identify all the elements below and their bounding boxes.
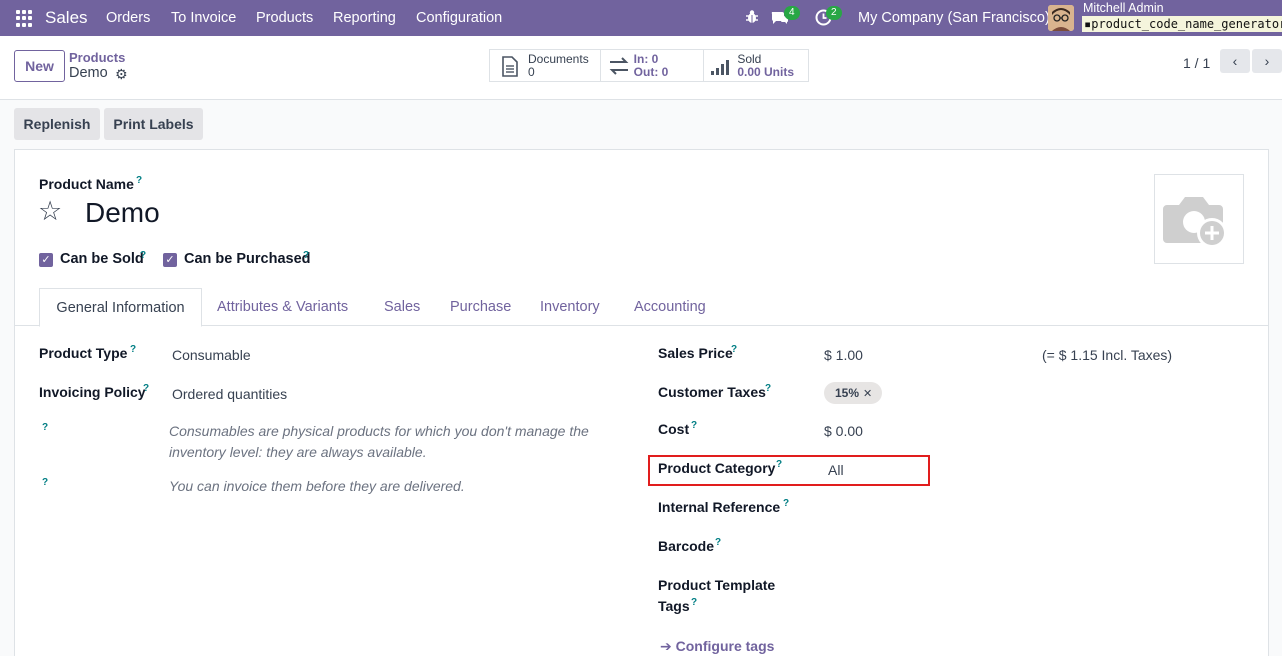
invoicing-policy-help[interactable]: ?	[143, 383, 149, 394]
template-tags-help[interactable]: ?	[691, 597, 697, 608]
product-name-label: Product Name	[39, 176, 134, 192]
new-button[interactable]: New	[14, 50, 65, 82]
in-count: In: 0	[633, 52, 659, 66]
user-avatar[interactable]	[1048, 5, 1074, 31]
activity-count-badge: 2	[826, 6, 842, 20]
signal-bars-icon	[711, 59, 731, 78]
consumable-note-line-2: inventory level: they are always availab…	[169, 444, 427, 460]
tab-general-information[interactable]: General Information	[39, 288, 202, 327]
user-name[interactable]: Mitchell Admin	[1083, 1, 1164, 15]
menu-to-invoice[interactable]: To Invoice	[171, 10, 236, 26]
pager-value[interactable]: 1 / 1	[1183, 55, 1210, 71]
consumable-note-line-1: Consumables are physical products for wh…	[169, 423, 589, 439]
tab-attributes-variants[interactable]: Attributes & Variants	[217, 299, 348, 315]
product-type-field[interactable]: Consumable	[172, 347, 251, 363]
template-tags-label-line-1: Product Template	[658, 577, 776, 593]
consumable-note-help[interactable]: ?	[42, 422, 48, 433]
product-image-placeholder[interactable]	[1154, 174, 1244, 264]
pager-next-button[interactable]: ›	[1252, 49, 1282, 73]
debug-bug-icon[interactable]	[745, 9, 759, 28]
top-navbar: Sales Orders To Invoice Products Reporti…	[0, 0, 1282, 36]
out-count: Out: 0	[633, 65, 669, 79]
invoicing-policy-label: Invoicing Policy	[39, 384, 146, 400]
favorite-star-icon[interactable]: ☆	[38, 196, 62, 227]
sales-price-field[interactable]: $ 1.00	[824, 347, 863, 363]
product-category-label: Product Category	[658, 460, 776, 476]
product-type-help[interactable]: ?	[130, 344, 136, 355]
print-labels-button[interactable]: Print Labels	[104, 108, 203, 140]
invoice-note-help[interactable]: ?	[42, 477, 48, 488]
database-label: product_code_name_generator	[1091, 17, 1282, 31]
sold-smart-button[interactable]: Sold 0.00 Units	[704, 50, 808, 81]
can-be-purchased-help[interactable]: ?	[303, 250, 309, 261]
customer-taxes-label: Customer Taxes	[658, 384, 766, 400]
sales-price-help[interactable]: ?	[731, 344, 737, 355]
product-category-help[interactable]: ?	[776, 459, 782, 470]
cost-field[interactable]: $ 0.00	[824, 423, 863, 439]
can-be-sold-label: Can be Sold	[60, 251, 144, 267]
barcode-help[interactable]: ?	[715, 537, 721, 548]
close-icon[interactable]: ✕	[863, 387, 872, 400]
chat-count-badge: 4	[784, 6, 800, 20]
tab-sales[interactable]: Sales	[384, 299, 420, 315]
company-switcher[interactable]: My Company (San Francisco)	[858, 10, 1050, 26]
arrow-right-icon: ➔	[660, 638, 672, 654]
menu-orders[interactable]: Orders	[106, 10, 150, 26]
can-be-sold-help[interactable]: ?	[140, 250, 146, 261]
sold-label: Sold	[737, 52, 762, 66]
exchange-arrows-icon	[608, 57, 630, 78]
database-name: ▪product_code_name_generator	[1082, 16, 1282, 32]
can-be-purchased-label: Can be Purchased	[184, 251, 311, 267]
breadcrumb-current: Demo	[69, 65, 108, 81]
documents-smart-button[interactable]: Documents 0	[490, 50, 601, 81]
can-be-sold-checkbox[interactable]: ✓	[39, 253, 53, 267]
chevron-left-icon: ‹	[1232, 53, 1238, 69]
tax-tag-label: 15%	[835, 386, 860, 400]
product-category-field[interactable]: All	[828, 462, 844, 478]
document-icon	[501, 56, 519, 80]
product-name-field[interactable]: Demo	[85, 197, 160, 229]
menu-configuration[interactable]: Configuration	[416, 10, 502, 26]
pager-previous-button[interactable]: ‹	[1220, 49, 1250, 73]
configure-tags-link[interactable]: ➔ Configure tags	[660, 638, 774, 655]
gear-icon[interactable]: ⚙	[115, 66, 128, 83]
breadcrumb-products[interactable]: Products	[69, 50, 125, 65]
customer-taxes-help[interactable]: ?	[765, 383, 771, 394]
documents-count: 0	[528, 65, 535, 79]
replenish-button[interactable]: Replenish	[14, 108, 100, 140]
sales-price-label: Sales Price	[658, 345, 733, 361]
tax-tag[interactable]: 15% ✕	[824, 382, 883, 404]
invoice-note: You can invoice them before they are del…	[169, 478, 465, 494]
in-out-smart-button[interactable]: In: 0 Out: 0	[601, 50, 705, 81]
camera-plus-icon	[1163, 197, 1227, 248]
sold-value: 0.00 Units	[737, 65, 795, 79]
documents-label: Documents	[528, 52, 589, 66]
form-sheet	[14, 149, 1269, 656]
product-type-label: Product Type	[39, 345, 128, 361]
tab-accounting[interactable]: Accounting	[634, 299, 706, 315]
menu-reporting[interactable]: Reporting	[333, 10, 396, 26]
tab-purchase[interactable]: Purchase	[450, 299, 511, 315]
app-brand[interactable]: Sales	[45, 8, 88, 28]
price-incl-taxes: (= $ 1.15 Incl. Taxes)	[1042, 347, 1173, 363]
internal-reference-help[interactable]: ?	[783, 498, 789, 509]
invoicing-policy-field[interactable]: Ordered quantities	[172, 386, 287, 402]
configure-tags-label: Configure tags	[675, 638, 775, 654]
can-be-purchased-checkbox[interactable]: ✓	[163, 253, 177, 267]
product-name-help[interactable]: ?	[136, 175, 142, 186]
chevron-right-icon: ›	[1264, 53, 1270, 69]
cost-help[interactable]: ?	[691, 420, 697, 431]
cost-label: Cost	[658, 421, 690, 437]
tab-inventory[interactable]: Inventory	[540, 299, 600, 315]
barcode-label: Barcode	[658, 538, 715, 554]
smart-buttons: Documents 0 In: 0 Out: 0 Sold 0.00 Units	[489, 49, 809, 82]
menu-products[interactable]: Products	[256, 10, 313, 26]
internal-reference-label: Internal Reference	[658, 499, 781, 515]
apps-menu-icon[interactable]	[16, 10, 33, 27]
template-tags-label-line-2: Tags	[658, 598, 690, 614]
control-panel: New Products Demo ⚙ Documents 0 In: 0 Ou…	[0, 36, 1282, 100]
